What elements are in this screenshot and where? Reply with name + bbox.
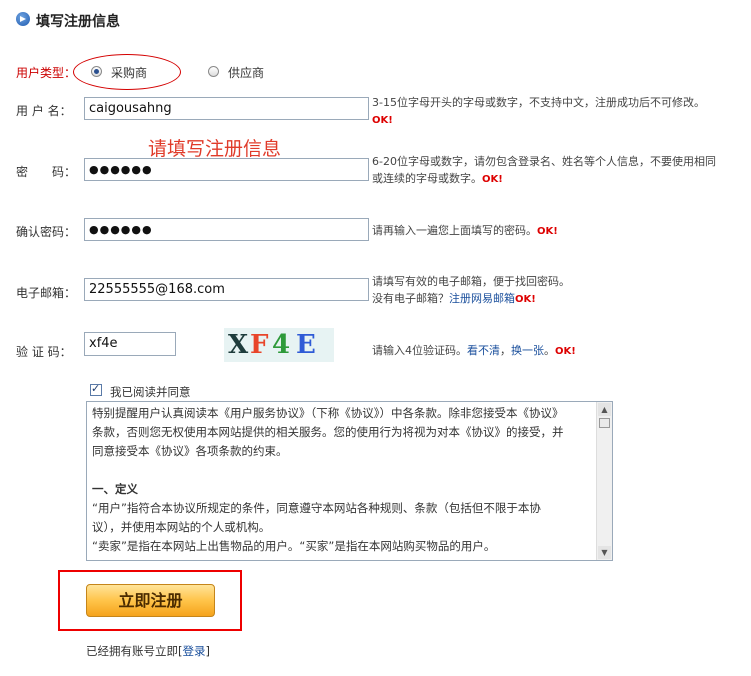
confirm-ok: OK!: [537, 226, 558, 237]
password-hint: 6-20位字母或数字，请勿包含登录名、姓名等个人信息，不要使用相同 或连续的字母或…: [372, 155, 716, 185]
password-ok: OK!: [482, 174, 503, 185]
email-hint: 请填写有效的电子邮箱，便于找回密码。 没有电子邮箱？注册网易邮箱OK!: [372, 275, 570, 305]
refresh-captcha-link[interactable]: 换一张: [511, 344, 544, 357]
register-netease-mail-link[interactable]: 注册网易邮箱: [449, 292, 515, 305]
username-input[interactable]: caigousahng: [84, 97, 369, 120]
radio-buyer[interactable]: [91, 66, 102, 77]
username-ok: OK!: [372, 115, 393, 126]
login-prompt: 已经拥有账号立即[登录]: [86, 644, 210, 658]
register-button[interactable]: 立即注册: [86, 584, 215, 617]
radio-supplier-label[interactable]: 供应商: [228, 64, 264, 81]
username-label: 用 户 名：: [16, 104, 72, 118]
captcha-hint: 请输入4位验证码。看不清，换一张。OK!: [372, 344, 576, 357]
captcha-input[interactable]: xf4e: [84, 332, 176, 356]
cant-see-link[interactable]: 看不清: [467, 344, 500, 357]
scroll-up-icon[interactable]: ▲: [598, 403, 611, 416]
agreement-text: 特别提醒用户认真阅读本《用户服务协议》（下称《协议》）中各条款。除非您接受本《协…: [92, 406, 564, 553]
confirm-password-label: 确认密码：: [16, 225, 77, 239]
username-hint: 3-15位字母开头的字母或数字，不支持中文，注册成功后不可修改。 OK!: [372, 96, 705, 126]
overlay-annotation: 请填写注册信息: [148, 138, 282, 160]
password-input[interactable]: ●●●●●●: [84, 158, 369, 181]
radio-supplier[interactable]: [208, 66, 219, 77]
agreement-textbox[interactable]: 特别提醒用户认真阅读本《用户服务协议》（下称《协议》）中各条款。除非您接受本《协…: [86, 401, 613, 561]
scroll-down-icon[interactable]: ▼: [598, 546, 611, 559]
captcha-label: 验 证 码：: [16, 345, 72, 359]
login-link[interactable]: 登录: [183, 644, 206, 658]
email-ok: OK!: [515, 294, 536, 305]
password-label: 密 码：: [16, 165, 77, 179]
email-label: 电子邮箱：: [16, 286, 77, 300]
agree-label[interactable]: 我已阅读并同意: [110, 384, 191, 400]
radio-buyer-label[interactable]: 采购商: [111, 64, 147, 81]
confirm-password-input[interactable]: ●●●●●●: [84, 218, 369, 241]
agreement-scrollbar[interactable]: ▲ ▼: [596, 402, 612, 560]
arrow-circle-icon: [16, 12, 30, 26]
captcha-ok: OK!: [555, 346, 576, 357]
page-title: 填写注册信息: [36, 14, 120, 30]
captcha-image[interactable]: X F 4 E: [224, 328, 334, 362]
agree-checkbox[interactable]: [90, 382, 102, 396]
user-type-label: 用户类型：: [16, 66, 77, 80]
confirm-password-hint: 请再输入一遍您上面填写的密码。OK!: [372, 224, 558, 237]
email-input[interactable]: 22555555@168.com: [84, 278, 369, 301]
scroll-thumb[interactable]: [599, 418, 610, 428]
